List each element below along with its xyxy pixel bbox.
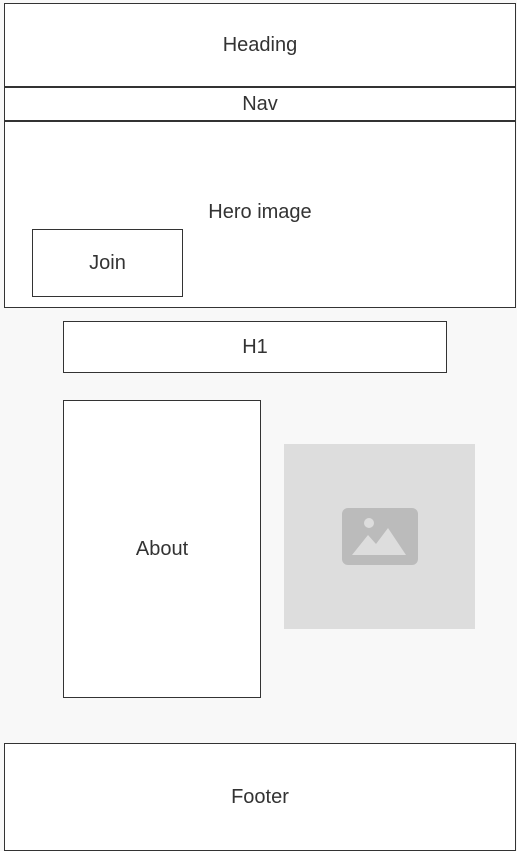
- h1-label: H1: [242, 335, 268, 358]
- hero-section: Hero image Join: [4, 121, 516, 308]
- about-label: About: [135, 537, 189, 560]
- hero-label: Hero image: [208, 201, 312, 223]
- h1-block: H1: [63, 321, 447, 373]
- footer-section: Footer: [4, 743, 516, 851]
- image-icon: [341, 508, 418, 565]
- heading-section: Heading: [4, 3, 516, 87]
- image-placeholder: [284, 444, 475, 629]
- about-block: About: [63, 400, 261, 698]
- join-button-label: Join: [89, 251, 126, 274]
- join-button[interactable]: Join: [32, 229, 183, 297]
- image-icon-sun: [363, 518, 374, 528]
- nav-label: Nav: [242, 92, 278, 115]
- nav-bar[interactable]: Nav: [4, 87, 516, 121]
- wireframe-canvas: Heading Nav Hero image Join H1 About Foo…: [0, 0, 517, 851]
- heading-label: Heading: [222, 33, 298, 56]
- footer-label: Footer: [231, 785, 289, 808]
- image-icon-frame: [341, 508, 418, 565]
